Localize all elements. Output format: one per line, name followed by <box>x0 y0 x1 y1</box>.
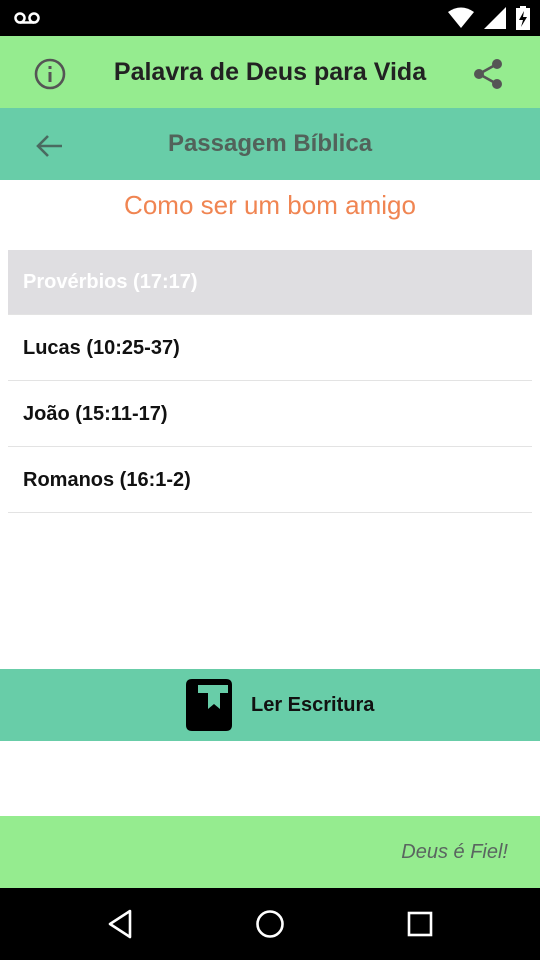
topic-title: Como ser um bom amigo <box>124 190 416 220</box>
back-triangle-icon[interactable] <box>104 908 136 940</box>
app-title: Palavra de Deus para Vida <box>113 58 427 86</box>
app-bar: Palavra de Deus para Vida <box>0 36 540 108</box>
voicemail-icon <box>14 12 40 24</box>
navigation-bar <box>0 888 540 960</box>
sub-header: Passagem Bíblica <box>0 108 540 180</box>
footer: Deus é Fiel! <box>0 816 540 888</box>
recents-square-icon[interactable] <box>404 908 436 940</box>
wifi-icon <box>448 7 474 28</box>
home-circle-icon[interactable] <box>254 908 286 940</box>
signal-icon <box>484 7 506 29</box>
list-item-lucas[interactable]: Lucas (10:25-37) <box>8 315 532 381</box>
list-item-proverbios[interactable]: Provérbios (17:17) <box>8 250 532 315</box>
list-item-joao[interactable]: João (15:11-17) <box>8 381 532 447</box>
passage-list: Provérbios (17:17) Lucas (10:25-37) João… <box>8 250 532 513</box>
list-item-romanos[interactable]: Romanos (16:1-2) <box>8 447 532 513</box>
read-scripture-button[interactable]: Ler Escritura <box>0 669 540 741</box>
battery-icon <box>516 6 530 30</box>
footer-motto: Deus é Fiel! <box>401 841 508 863</box>
info-icon[interactable] <box>32 56 68 92</box>
book-icon <box>186 679 232 731</box>
status-bar <box>0 0 540 36</box>
share-icon[interactable] <box>470 56 506 92</box>
sub-header-title: Passagem Bíblica <box>167 130 373 157</box>
read-scripture-label: Ler Escritura <box>251 694 375 716</box>
